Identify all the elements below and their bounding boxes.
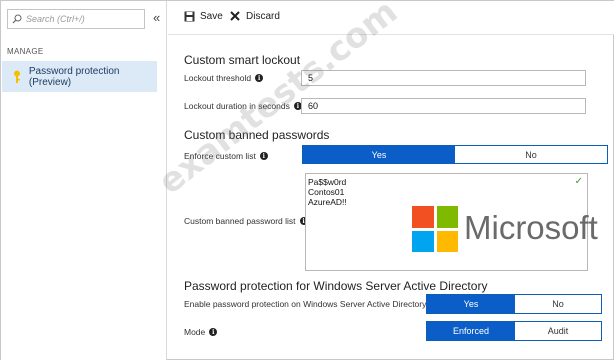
- mode-audit-option[interactable]: Audit: [515, 322, 601, 340]
- banned-heading: Custom banned passwords: [184, 128, 330, 142]
- search-box[interactable]: Search (Ctrl+/): [7, 9, 145, 29]
- enable-protection-label: Enable password protection on Windows Se…: [184, 299, 439, 309]
- logo-square-blue: [412, 230, 434, 252]
- enable-no-option[interactable]: No: [515, 295, 601, 313]
- close-icon: [228, 9, 242, 23]
- banned-list-label: Custom banned password list i: [184, 216, 308, 226]
- save-label: Save: [200, 10, 223, 22]
- enable-protection-toggle: Yes No: [426, 294, 602, 314]
- logo-square-red: [412, 206, 434, 228]
- microsoft-logo-icon: [412, 206, 458, 252]
- lockout-duration-label: Lockout duration in seconds i: [184, 101, 302, 111]
- logo-square-yellow: [436, 230, 458, 252]
- microsoft-brand-text: Microsoft: [464, 209, 598, 246]
- sidebar: Search (Ctrl+/) « MANAGE Password protec…: [1, 1, 167, 360]
- info-icon[interactable]: i: [255, 74, 264, 82]
- info-icon[interactable]: i: [259, 152, 268, 160]
- sidebar-item-label: Password protection (Preview): [28, 65, 120, 88]
- enforce-custom-list-label: Enforce custom list i: [184, 151, 268, 161]
- lockout-threshold-label: Lockout threshold i: [184, 73, 264, 83]
- lockout-duration-text: Lockout duration in seconds: [184, 101, 290, 111]
- banned-list-text: Custom banned password list: [184, 216, 296, 226]
- mode-toggle: Enforced Audit: [426, 321, 602, 341]
- mode-label: Mode i: [184, 327, 218, 337]
- discard-button[interactable]: Discard: [228, 9, 280, 23]
- enforce-no-option[interactable]: No: [455, 146, 607, 163]
- search-icon: [8, 10, 26, 28]
- windows-ad-heading: Password protection for Windows Server A…: [184, 279, 488, 293]
- lockout-threshold-input[interactable]: 5: [301, 70, 586, 86]
- enforce-custom-list-toggle: Yes No: [302, 145, 608, 164]
- main-content: Custom smart lockout Lockout threshold i…: [168, 35, 614, 360]
- info-icon[interactable]: i: [209, 328, 218, 336]
- key-icon: [8, 70, 27, 84]
- mode-text: Mode: [184, 327, 206, 337]
- lockout-duration-input[interactable]: 60: [301, 98, 586, 114]
- toolbar: Save Discard: [168, 1, 614, 35]
- logo-square-green: [436, 206, 458, 228]
- app-frame: Search (Ctrl+/) « MANAGE Password protec…: [0, 0, 614, 360]
- enable-protection-text: Enable password protection on Windows Se…: [184, 299, 427, 309]
- enforce-custom-list-text: Enforce custom list: [184, 151, 256, 161]
- lockout-heading: Custom smart lockout: [184, 53, 301, 67]
- valid-check-icon: ✓: [574, 176, 583, 187]
- banned-password-entry: Contos01: [308, 187, 345, 197]
- save-button[interactable]: Save: [182, 9, 223, 23]
- enforce-yes-option[interactable]: Yes: [303, 146, 455, 163]
- search-input[interactable]: Search (Ctrl+/): [26, 14, 85, 24]
- collapse-sidebar-button[interactable]: «: [153, 11, 160, 25]
- lockout-threshold-text: Lockout threshold: [184, 73, 252, 83]
- section-title-manage: MANAGE: [7, 47, 44, 56]
- save-icon: [182, 9, 196, 23]
- banned-password-entry: Pa$$w0rd: [308, 177, 347, 187]
- enable-yes-option[interactable]: Yes: [427, 295, 515, 313]
- discard-label: Discard: [246, 10, 280, 22]
- sidebar-item-password-protection[interactable]: Password protection (Preview): [2, 61, 157, 92]
- mode-enforced-option[interactable]: Enforced: [427, 322, 515, 340]
